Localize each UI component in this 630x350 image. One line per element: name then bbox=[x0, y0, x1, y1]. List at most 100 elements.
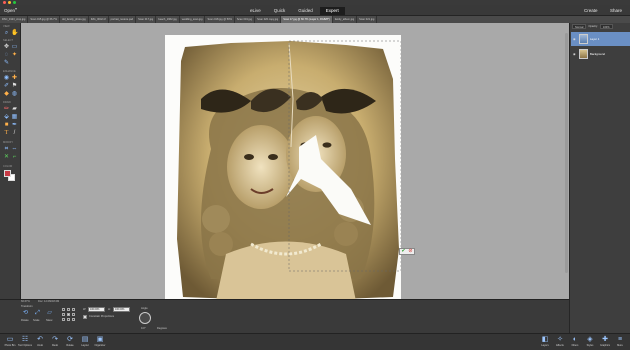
more-button[interactable]: ≡ More bbox=[613, 335, 627, 347]
document-tab[interactable]: Scan 17.jpg @ 66.7% (Layer 1, RGB/8*) bbox=[281, 16, 333, 23]
share-button[interactable]: Share bbox=[610, 7, 622, 14]
cancel-icon[interactable]: ⊘ bbox=[408, 248, 412, 255]
redo-button[interactable]: ↷ Redo bbox=[48, 335, 62, 347]
bottom-bar-label: Rotate bbox=[66, 344, 74, 347]
reference-point[interactable] bbox=[72, 308, 75, 311]
bottom-bar-label: Tool Options bbox=[18, 344, 32, 347]
create-button[interactable]: Create bbox=[584, 7, 598, 14]
foreground-color-swatch[interactable] bbox=[4, 170, 11, 177]
reference-point[interactable] bbox=[62, 313, 65, 316]
rotate-transform-icon[interactable]: ⟲ bbox=[22, 310, 29, 317]
rotate-button[interactable]: ⟳ Rotate bbox=[63, 335, 77, 347]
paint-bucket-icon[interactable]: ⬙ bbox=[3, 114, 10, 121]
content-aware-move-icon[interactable]: ✕ bbox=[3, 154, 10, 161]
document-tab[interactable]: Scan 018.jpg @ 50% bbox=[205, 16, 235, 23]
reference-point[interactable] bbox=[67, 313, 70, 316]
undo-button[interactable]: ↶ Undo bbox=[33, 335, 47, 347]
mode-tab-guided[interactable]: Guided bbox=[292, 7, 319, 15]
layer-row-layer-1[interactable]: ◉ Layer 1 bbox=[571, 32, 630, 46]
chevron-down-icon[interactable]: ▾ bbox=[15, 6, 17, 11]
crop-tool-icon[interactable]: ⌗ bbox=[3, 146, 10, 153]
open-button[interactable]: Open bbox=[4, 7, 15, 14]
pencil-tool-icon[interactable]: / bbox=[11, 130, 18, 137]
zoom-window-icon[interactable] bbox=[13, 1, 16, 4]
document-tab[interactable]: wedding_scan.jpg bbox=[180, 16, 206, 23]
photo-image[interactable] bbox=[171, 39, 401, 299]
reference-point[interactable] bbox=[72, 318, 75, 321]
eyedropper-icon[interactable]: ✒ bbox=[11, 122, 18, 129]
smart-brush-icon[interactable]: ✐ bbox=[3, 83, 10, 90]
width-field[interactable]: 100.00% bbox=[88, 307, 105, 312]
constrain-proportions-checkbox[interactable] bbox=[83, 315, 87, 319]
marquee-tool-icon[interactable]: ▭ bbox=[11, 44, 18, 51]
layer-row-background[interactable]: ◉ Background bbox=[571, 47, 630, 61]
mode-tab-elive[interactable]: eLive bbox=[244, 7, 267, 15]
lasso-tool-icon[interactable]: ◌ bbox=[3, 52, 10, 59]
tool-options-button[interactable]: ☷ Tool Options bbox=[18, 335, 32, 347]
document-tab[interactable]: family_album.jpg bbox=[333, 16, 358, 23]
document-tab[interactable]: DSC_0123_crop.jpg bbox=[0, 16, 29, 23]
document-tab[interactable]: Scan 019.jpg bbox=[235, 16, 256, 23]
blur-tool-icon[interactable]: ◆ bbox=[3, 91, 10, 98]
gradient-tool-icon[interactable]: ▦ bbox=[11, 114, 18, 121]
document-tab[interactable]: old_family_photo.jpg bbox=[60, 16, 89, 23]
visibility-eye-icon[interactable]: ◉ bbox=[573, 52, 577, 56]
zoom-status: 66.67% bbox=[21, 300, 30, 303]
document-tab[interactable]: Scan 017.jpg bbox=[136, 16, 157, 23]
mode-tab-expert[interactable]: Expert bbox=[319, 7, 345, 15]
document-tab[interactable]: Scan 021.jpg bbox=[357, 16, 378, 23]
quick-selection-icon[interactable]: ✎ bbox=[3, 60, 10, 67]
organizer-button[interactable]: ▣ Organizer bbox=[93, 335, 107, 347]
angle-dial[interactable] bbox=[139, 312, 151, 324]
spot-healing-icon[interactable]: ✚ bbox=[11, 75, 18, 82]
reference-point[interactable] bbox=[67, 318, 70, 321]
minimize-window-icon[interactable] bbox=[8, 1, 11, 4]
recompose-tool-icon[interactable]: ⇔ bbox=[11, 146, 18, 153]
document-tab[interactable]: portrait_restore.psd bbox=[109, 16, 137, 23]
scale-transform-icon[interactable]: ⤢ bbox=[34, 310, 41, 317]
sponge-tool-icon[interactable]: ◍ bbox=[11, 91, 18, 98]
mode-tab-quick[interactable]: Quick bbox=[268, 7, 292, 15]
canvas-area[interactable]: ✔ ⊘ bbox=[21, 23, 569, 299]
shape-tool-icon[interactable]: ■ bbox=[3, 122, 10, 129]
eye-tool-icon[interactable]: ◉ bbox=[3, 75, 10, 82]
layers-button[interactable]: ◧ Layers bbox=[538, 335, 552, 347]
magic-wand-icon[interactable]: ✦ bbox=[11, 52, 18, 59]
height-field[interactable]: 100.00% bbox=[113, 307, 130, 312]
brush-tool-icon[interactable]: ✏ bbox=[3, 106, 10, 113]
photo-bin-button[interactable]: ▭ Photo Bin bbox=[3, 335, 17, 347]
effects-button[interactable]: ✧ Effects bbox=[553, 335, 567, 347]
document-tab[interactable]: Scan 020 copy.jpg bbox=[255, 16, 282, 23]
reference-point[interactable] bbox=[62, 308, 65, 311]
reference-point[interactable] bbox=[67, 308, 70, 311]
straighten-tool-icon[interactable]: ⌐ bbox=[11, 154, 18, 161]
document-tab[interactable]: IMG_0042.tif bbox=[89, 16, 109, 23]
angle-value[interactable]: 0.0° bbox=[141, 327, 146, 330]
document-tab[interactable]: beach_1962.jpg bbox=[156, 16, 180, 23]
layout-button[interactable]: ▤ Layout bbox=[78, 335, 92, 347]
reference-point[interactable] bbox=[62, 318, 65, 321]
blend-mode-select[interactable]: Normal bbox=[572, 24, 587, 29]
vertical-scrollbar[interactable] bbox=[565, 33, 568, 273]
graphics-button[interactable]: ✚ Graphics bbox=[598, 335, 612, 347]
opacity-field[interactable]: 100% bbox=[599, 24, 613, 29]
clone-stamp-icon[interactable]: ⚑ bbox=[11, 83, 18, 90]
visibility-eye-icon[interactable]: ◉ bbox=[573, 37, 577, 41]
skew-transform-icon[interactable]: ▱ bbox=[46, 310, 53, 317]
more-icon: ≡ bbox=[617, 336, 623, 343]
check-icon[interactable]: ✔ bbox=[401, 248, 405, 255]
close-window-icon[interactable] bbox=[3, 1, 6, 4]
layer-name[interactable]: Layer 1 bbox=[590, 37, 599, 41]
toolbox-section-draw: DRAW bbox=[3, 101, 11, 104]
reference-point[interactable] bbox=[72, 313, 75, 316]
zoom-tool-icon[interactable]: ⌕ bbox=[3, 30, 10, 37]
filters-button[interactable]: ◐ Filters bbox=[568, 335, 582, 347]
hand-tool-icon[interactable]: ✋ bbox=[11, 30, 18, 37]
eraser-tool-icon[interactable]: ▰ bbox=[11, 106, 18, 113]
move-tool-icon[interactable]: ✥ bbox=[3, 44, 10, 51]
layer-name[interactable]: Background bbox=[590, 52, 605, 56]
mode-bar: Open ▾ eLive Quick Guided Expert Create Sha… bbox=[0, 5, 630, 16]
styles-button[interactable]: ◈ Styles bbox=[583, 335, 597, 347]
type-tool-icon[interactable]: T bbox=[3, 130, 10, 137]
document-tab[interactable]: Scan 015.jpg @ 66.7% bbox=[28, 16, 60, 23]
